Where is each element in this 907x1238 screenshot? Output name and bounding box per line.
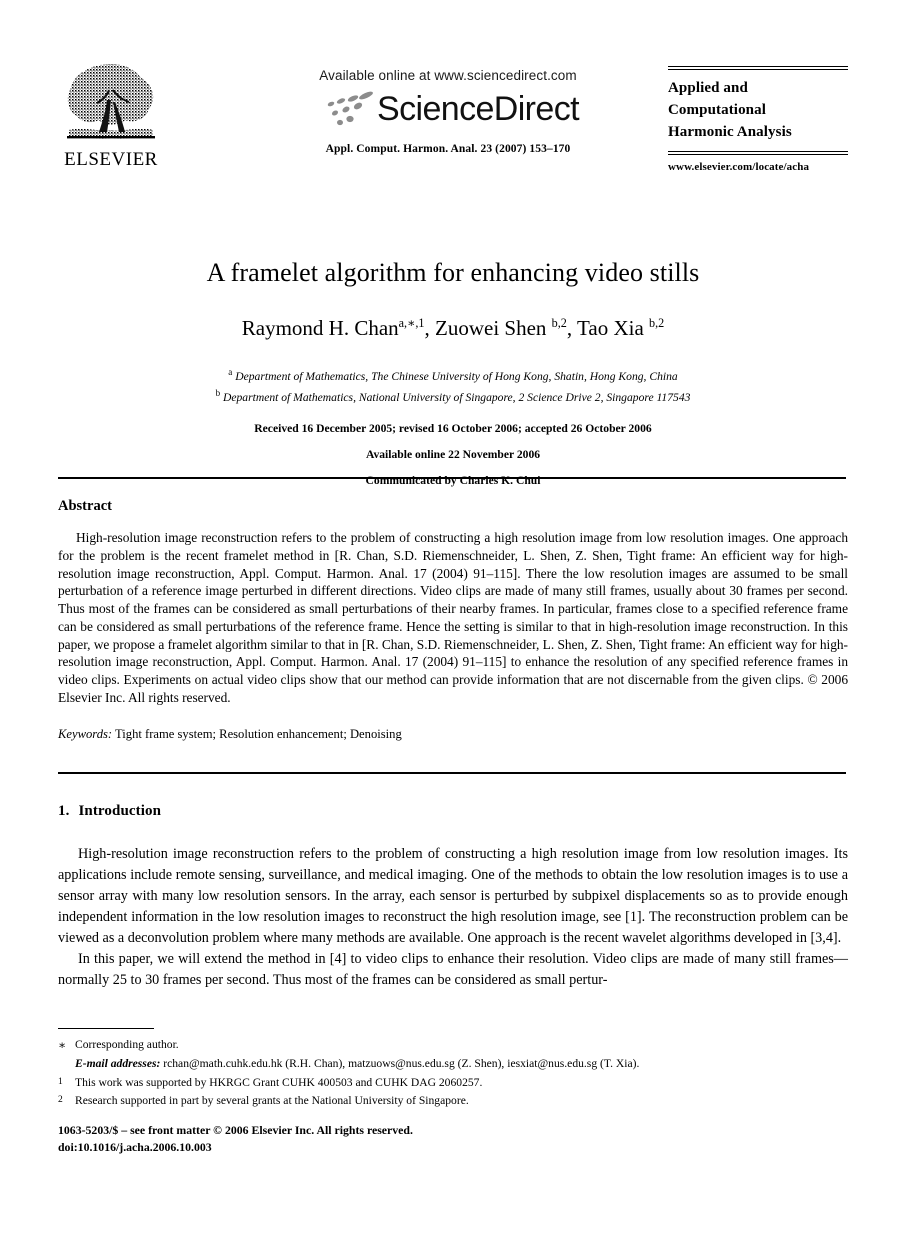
intro-paragraph-1: High-resolution image reconstruction ref… <box>58 846 848 947</box>
issn-front-matter-line: 1063-5203/$ – see front matter © 2006 El… <box>58 1123 413 1137</box>
affiliation-text: Department of Mathematics, The Chinese U… <box>235 369 678 383</box>
sciencedirect-block: Available online at www.sciencedirect.co… <box>238 68 658 155</box>
abstract-top-divider <box>58 477 846 479</box>
author-name: Raymond H. Chan <box>241 315 399 340</box>
section-title: Introduction <box>78 803 162 819</box>
journal-name-line-1: Applied and <box>668 80 748 96</box>
doi-line[interactable]: doi:10.1016/j.acha.2006.10.003 <box>58 1139 658 1156</box>
elsevier-tree-icon <box>63 60 159 148</box>
introduction-body: High-resolution image reconstruction ref… <box>58 844 848 991</box>
footnote-mark: 2 <box>58 1095 63 1106</box>
journal-citation-line: Appl. Comput. Harmon. Anal. 23 (2007) 15… <box>325 143 571 155</box>
author-separator: , <box>566 315 578 340</box>
received-date-line: Received 16 December 2005; revised 16 Oc… <box>254 421 652 435</box>
affiliation-mark: a <box>228 366 233 377</box>
author-name: Zuowei Shen <box>435 315 552 340</box>
author-marks: b,2 <box>551 315 567 330</box>
author-entry: Raymond H. Chana,∗,1 <box>242 316 425 340</box>
paper-page: ELSEVIER Available online at www.science… <box>0 0 907 1238</box>
journal-name: Applied and Computational Harmonic Analy… <box>668 78 848 143</box>
author-name: Tao Xia <box>577 315 650 340</box>
intro-paragraph-2: In this paper, we will extend the method… <box>58 951 848 989</box>
introduction-section: 1. Introduction High-resolution image rec… <box>58 803 848 991</box>
footnote-mark <box>58 1055 75 1057</box>
author-entry: Tao Xia b,2 <box>577 316 664 340</box>
keywords-value: Tight frame system; Resolution enhanceme… <box>115 726 402 741</box>
masthead: ELSEVIER Available online at www.science… <box>58 58 848 198</box>
affiliation-item: a Department of Mathematics, The Chinese… <box>58 365 848 386</box>
section-heading-introduction: 1. Introduction <box>58 803 848 820</box>
footnote-item-2: 2 Research supported in part by several … <box>58 1092 848 1111</box>
author-list: Raymond H. Chana,∗,1, Zuowei Shen b,2, T… <box>58 315 848 341</box>
journal-title-block: Applied and Computational Harmonic Analy… <box>668 66 848 173</box>
footnote-text: Research supported in part by several gr… <box>75 1094 469 1108</box>
available-online-text: Available online at www.sciencedirect.co… <box>319 68 577 83</box>
affiliation-text: Department of Mathematics, National Univ… <box>222 390 691 404</box>
author-entry: Zuowei Shen b,2 <box>435 316 567 340</box>
keywords-line: Keywords: Tight frame system; Resolution… <box>58 726 848 742</box>
journal-name-line-3: Harmonic Analysis <box>668 123 792 140</box>
journal-homepage-link[interactable]: www.elsevier.com/locate/acha <box>668 161 848 173</box>
section-number: 1. <box>58 803 70 819</box>
elsevier-logo: ELSEVIER <box>58 60 164 169</box>
colophon: 1063-5203/$ – see front matter © 2006 El… <box>58 1122 658 1156</box>
abstract-text: High-resolution image reconstruction ref… <box>58 530 848 687</box>
email-addresses-value[interactable]: rchan@math.cuhk.edu.hk (R.H. Chan), matz… <box>160 1057 639 1070</box>
email-addresses-label: E-mail addresses: <box>75 1056 161 1070</box>
author-marks: a,∗,1 <box>398 315 425 330</box>
footnote-item-corresponding: ∗ Corresponding author. <box>58 1036 848 1055</box>
elsevier-wordmark: ELSEVIER <box>64 149 158 170</box>
footnote-mark: 1 <box>58 1076 63 1087</box>
abstract-heading: Abstract <box>58 498 112 514</box>
footnote-text: This work was supported by HKRGC Grant C… <box>75 1075 483 1089</box>
sciencedirect-wordmark: ScienceDirect <box>377 90 580 128</box>
abstract-section: Abstract High-resolution image reconstru… <box>58 498 848 742</box>
journal-rule-bottom <box>668 151 848 156</box>
sciencedirect-logo: ScienceDirect <box>238 89 658 129</box>
author-marks: b,2 <box>649 315 665 330</box>
abstract-body: High-resolution image reconstruction ref… <box>58 529 848 707</box>
footnote-text: Corresponding author. <box>75 1038 179 1051</box>
author-separator: , <box>424 315 436 340</box>
footnote-mark: ∗ <box>58 1038 67 1052</box>
journal-name-line-2: Computational <box>668 101 766 118</box>
footnote-list: ∗ Corresponding author. E-mail addresses… <box>58 1036 848 1111</box>
available-online-date-line: Available online 22 November 2006 <box>365 447 541 461</box>
abstract-bottom-divider <box>58 772 846 774</box>
keywords-label: Keywords: <box>58 726 113 741</box>
footnote-item-emails: E-mail addresses: rchan@math.cuhk.edu.hk… <box>58 1055 848 1074</box>
footnote-item-1: 1 This work was supported by HKRGC Grant… <box>58 1074 848 1093</box>
footnote-divider <box>58 1028 154 1029</box>
page-title: A framelet algorithm for enhancing video… <box>206 258 700 288</box>
affiliation-list: a Department of Mathematics, The Chinese… <box>58 365 848 407</box>
affiliation-item: b Department of Mathematics, National Un… <box>58 386 848 407</box>
footnote-text: E-mail addresses: rchan@math.cuhk.edu.hk… <box>75 1055 848 1074</box>
sciencedirect-swoosh-icon <box>327 91 373 126</box>
title-block: A framelet algorithm for enhancing video… <box>58 240 848 487</box>
affiliation-mark: b <box>215 387 221 398</box>
journal-rule-top <box>668 66 848 70</box>
